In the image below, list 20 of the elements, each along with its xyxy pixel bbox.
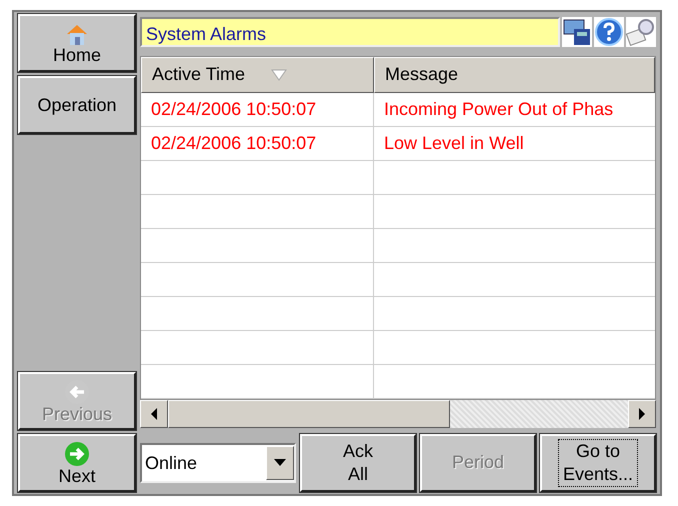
table-cell-text: Incoming Power Out of Phas [383,98,614,121]
action-button[interactable]: Ack All [300,434,416,492]
filter-dropdown[interactable]: Online [140,443,296,483]
horizontal-scrollbar[interactable] [140,400,656,428]
right-arrow-icon[interactable] [638,408,646,420]
network-icon[interactable] [562,17,592,47]
left-arrow-icon[interactable] [150,408,158,420]
nav-button[interactable]: Operation [18,76,136,134]
help-icon[interactable] [594,17,624,47]
table-cell-text: Low Level in Well [383,132,525,155]
column-header[interactable]: Message [374,57,655,93]
table-cell: 02/24/2006 10:50:07 [141,92,374,126]
table-cell: 02/24/2006 10:50:07 [141,126,374,160]
screen-title: System Alarms [140,17,560,47]
nav-button[interactable]: Next [18,434,136,492]
caret-icon [274,459,286,467]
nav-button[interactable]: Home [18,14,136,72]
search-icon[interactable] [626,17,656,47]
column-header[interactable]: Active Time [141,57,374,93]
action-button[interactable]: Go to Events... [540,434,656,492]
